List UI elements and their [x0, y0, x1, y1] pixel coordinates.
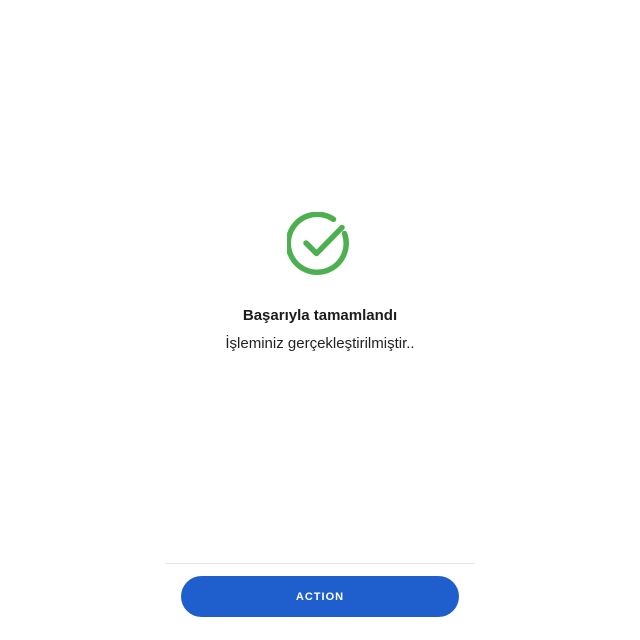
- check-circle-icon: [287, 212, 349, 275]
- success-content: Başarıyla tamamlandı İşleminiz gerçekleş…: [0, 212, 640, 354]
- success-screen: Başarıyla tamamlandı İşleminiz gerçekleş…: [0, 0, 640, 640]
- action-button[interactable]: ACTION: [181, 576, 459, 617]
- success-message: İşleminiz gerçekleştirilmiştir..: [225, 335, 415, 352]
- footer-divider: [165, 563, 475, 564]
- success-title: Başarıyla tamamlandı: [242, 307, 398, 324]
